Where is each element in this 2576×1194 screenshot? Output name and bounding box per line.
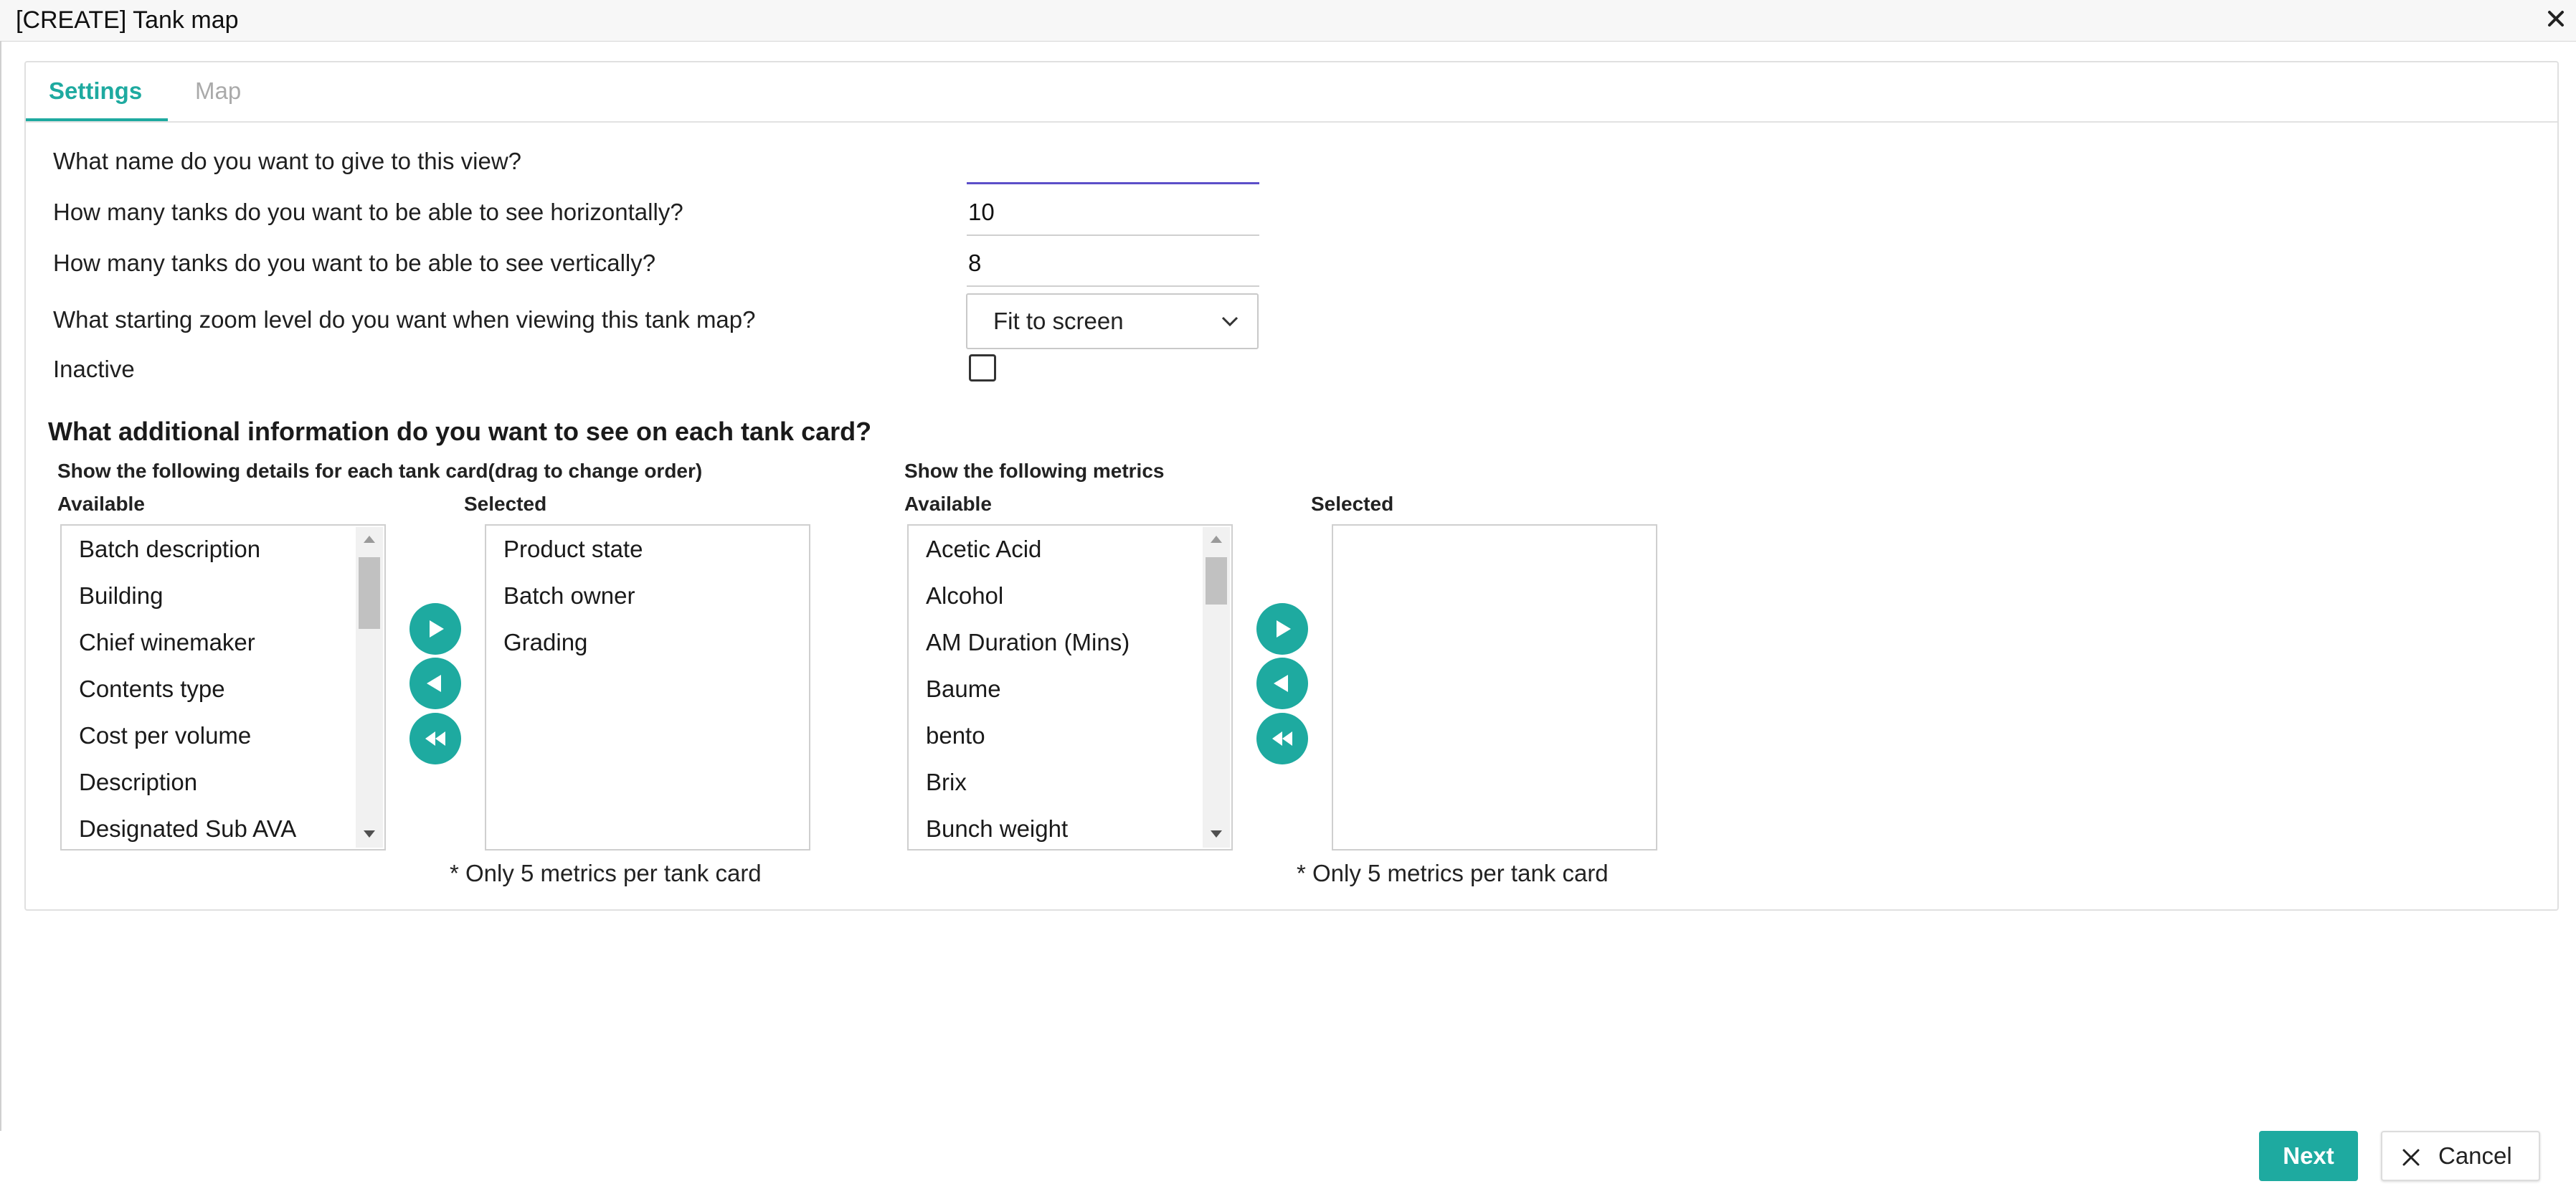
scroll-down-icon[interactable]: [364, 830, 375, 838]
close-icon[interactable]: [2543, 6, 2569, 32]
scroll-down-icon[interactable]: [1211, 830, 1222, 838]
view-name-underline: [967, 182, 1259, 184]
list-item[interactable]: Contents type: [79, 675, 225, 703]
scroll-up-icon[interactable]: [364, 536, 375, 543]
view-name-label: What name do you want to give to this vi…: [53, 148, 522, 174]
metrics-selected-list[interactable]: [1332, 524, 1657, 851]
horizontal-count-underline: [967, 234, 1259, 236]
scroll-thumb[interactable]: [359, 557, 380, 629]
list-item[interactable]: Cost per volume: [79, 721, 251, 750]
list-item[interactable]: Chief winemaker: [79, 628, 255, 657]
details-move-right-button[interactable]: [409, 603, 461, 655]
zoom-level-label: What starting zoom level do you want whe…: [53, 306, 756, 333]
horizontal-count-input[interactable]: 10: [968, 198, 995, 227]
list-item[interactable]: Designated Sub AVA: [79, 815, 296, 843]
vertical-count-underline: [967, 285, 1259, 287]
list-item[interactable]: Description: [79, 768, 197, 797]
metrics-limit-note: * Only 5 metrics per tank card: [1297, 860, 1609, 886]
details-selected-list[interactable]: Product state Batch owner Grading: [485, 524, 810, 851]
metrics-move-left-button[interactable]: [1256, 658, 1308, 709]
tab-bar: Settings Map: [26, 62, 2557, 123]
metrics-selected-label: Selected: [1311, 493, 1394, 515]
chevron-down-icon: [1221, 316, 1239, 327]
title-bar: [CREATE] Tank map: [0, 0, 2576, 42]
list-item[interactable]: Alcohol: [926, 582, 1003, 610]
inactive-label: Inactive: [53, 356, 135, 382]
cancel-button[interactable]: Cancel: [2381, 1131, 2540, 1181]
list-item[interactable]: Baume: [926, 675, 1001, 703]
scroll-thumb[interactable]: [1206, 557, 1227, 605]
list-item[interactable]: Building: [79, 582, 163, 610]
details-heading: Show the following details for each tank…: [57, 460, 703, 482]
details-selected-label: Selected: [464, 493, 547, 515]
details-available-label: Available: [57, 493, 145, 515]
cancel-button-label: Cancel: [2438, 1142, 2512, 1169]
list-item[interactable]: Bunch weight: [926, 815, 1068, 843]
metrics-move-all-left-button[interactable]: [1256, 713, 1308, 764]
next-button[interactable]: Next: [2259, 1131, 2358, 1181]
zoom-level-value: Fit to screen: [993, 308, 1124, 334]
section-heading: What additional information do you want …: [48, 417, 872, 446]
active-tab-indicator: [26, 118, 168, 121]
tab-map[interactable]: Map: [195, 77, 241, 105]
list-item[interactable]: Grading: [503, 628, 587, 657]
move-all-left-icon: [1272, 731, 1292, 746]
left-border: [0, 41, 1, 1131]
details-limit-note: * Only 5 metrics per tank card: [450, 860, 762, 886]
details-move-all-left-button[interactable]: [409, 713, 461, 764]
metrics-move-right-button[interactable]: [1256, 603, 1308, 655]
tab-settings[interactable]: Settings: [49, 77, 169, 105]
scroll-up-icon[interactable]: [1211, 536, 1222, 543]
metrics-heading: Show the following metrics: [904, 460, 1165, 482]
window-title: [CREATE] Tank map: [16, 6, 239, 34]
move-all-left-icon: [425, 731, 445, 746]
cancel-x-icon: [2402, 1149, 2420, 1166]
list-item[interactable]: AM Duration (Mins): [926, 628, 1130, 657]
settings-panel: Settings Map: [24, 61, 2559, 911]
list-item[interactable]: Batch owner: [503, 582, 635, 610]
move-left-icon: [427, 675, 441, 692]
list-item[interactable]: Acetic Acid: [926, 535, 1041, 564]
list-item[interactable]: Batch description: [79, 535, 260, 564]
inactive-checkbox[interactable]: [969, 354, 996, 382]
details-available-list[interactable]: Batch description Building Chief winemak…: [60, 524, 386, 851]
zoom-level-select[interactable]: Fit to screen: [966, 293, 1259, 349]
metrics-scrollbar[interactable]: [1203, 527, 1230, 848]
metrics-available-list[interactable]: Acetic Acid Alcohol AM Duration (Mins) B…: [907, 524, 1233, 851]
move-left-icon: [1274, 675, 1288, 692]
list-item[interactable]: bento: [926, 721, 985, 750]
horizontal-count-label: How many tanks do you want to be able to…: [53, 199, 683, 225]
move-right-icon: [1277, 620, 1291, 638]
list-item[interactable]: Brix: [926, 768, 967, 797]
details-scrollbar[interactable]: [356, 527, 383, 848]
vertical-count-input[interactable]: 8: [968, 249, 981, 278]
move-right-icon: [430, 620, 444, 638]
vertical-count-label: How many tanks do you want to be able to…: [53, 250, 656, 276]
list-item[interactable]: Product state: [503, 535, 643, 564]
details-move-left-button[interactable]: [409, 658, 461, 709]
metrics-available-label: Available: [904, 493, 992, 515]
